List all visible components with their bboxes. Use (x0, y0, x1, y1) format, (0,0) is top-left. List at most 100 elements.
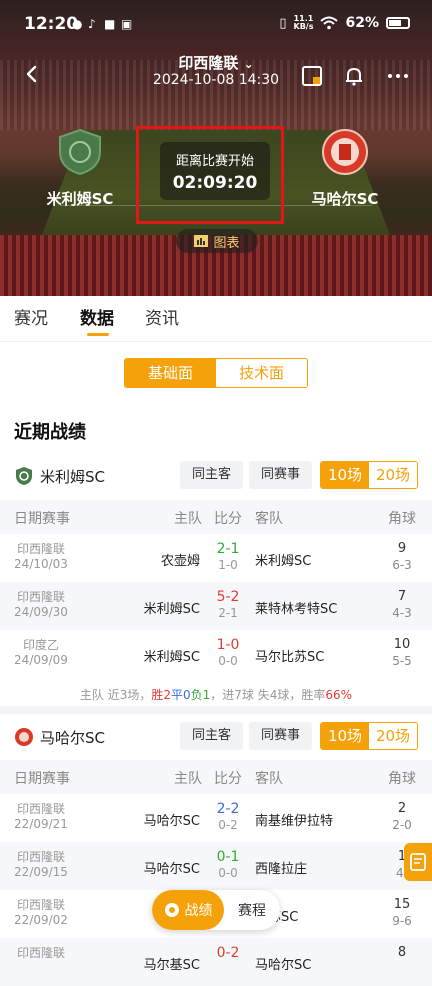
note-icon[interactable] (300, 64, 324, 88)
row-league: 印西隆联 24/09/30 (0, 590, 82, 620)
row-score: 2-1 1-0 (208, 541, 248, 573)
chart-button[interactable]: 图表 (176, 229, 258, 253)
edit-note-icon (410, 853, 426, 871)
corner-split: 9-6 (392, 914, 412, 928)
team1-count-20[interactable]: 20场 (369, 462, 417, 488)
table-row[interactable]: 印度乙 24/09/09 米利姆SC 1-0 0-0 马尔比苏SC 10 5-5 (0, 630, 432, 678)
league-name: 印度乙 (22, 638, 59, 652)
row-league: 印西隆联 24/10/03 (0, 542, 82, 572)
th-corner: 角球 (388, 771, 416, 787)
table-row[interactable]: 印西隆联 22/09/21 马哈尔SC 2-2 0-2 南基维伊拉特 2 2-0 (0, 794, 432, 842)
row-score: 0-2 (208, 945, 248, 961)
table-row[interactable]: 印西隆联 24/10/03 农壶姆 2-1 1-0 米利姆SC 9 6-3 (0, 534, 432, 582)
float-tab-record-label: 战绩 (184, 903, 213, 919)
analysis-segment: 基础面 技术面 (124, 358, 308, 388)
row-home: 米利姆SC (143, 602, 200, 617)
away-team-name: 马哈尔SC (311, 190, 379, 208)
th-corner: 角球 (388, 511, 416, 527)
bar-chart-icon (194, 235, 209, 247)
th-score: 比分 (214, 511, 242, 527)
row-away: 南基维伊拉特 (255, 814, 334, 829)
app-store-icon: ■ (104, 17, 116, 31)
top-bar: 印西隆联 ⌄ 2024-10-08 14:30 (0, 50, 432, 100)
corner-total: 10 (393, 637, 411, 652)
team2-table-header: 日期赛事 主队 比分 客队 角球 (0, 760, 432, 794)
home-team-name: 米利姆SC (46, 190, 114, 208)
row-league: 印西隆联 22/09/21 (0, 802, 82, 832)
corner-split: 6-3 (392, 558, 412, 572)
ht-score: 2-1 (218, 606, 238, 620)
team2-filter-same-league[interactable]: 同赛事 (249, 722, 313, 750)
row-score: 5-2 2-1 (208, 589, 248, 621)
tiktok-icon: ♪ (88, 17, 96, 31)
team2-count-10[interactable]: 10场 (321, 723, 369, 749)
team2-filter-same-venue[interactable]: 同主客 (180, 722, 244, 750)
row-corner: 15 9-6 (378, 897, 426, 929)
team1-count-10[interactable]: 10场 (321, 462, 369, 488)
team1-filter-same-league[interactable]: 同赛事 (249, 461, 313, 489)
home-team-logo (59, 128, 101, 176)
away-team-logo (322, 129, 368, 175)
team2-header: 马哈尔SC 同主客 同赛事 10场 20场 (0, 718, 432, 756)
wifi-icon (320, 16, 339, 30)
row-league: 印西隆联 (0, 946, 82, 961)
row-home: 农壶姆 (160, 554, 200, 569)
league-name: 印西隆联 (178, 54, 239, 72)
th-score: 比分 (214, 771, 242, 787)
tab-data[interactable]: 数据 (80, 304, 114, 329)
table-row[interactable]: 印西隆联 24/09/30 米利姆SC 5-2 2-1 莱特林考特SC 7 4-3 (0, 582, 432, 630)
league-name: 印西隆联 (16, 850, 65, 864)
league-name: 印西隆联 (16, 946, 65, 960)
team1-summary: 主队 近3场，胜2平0负1，进7球 失4球，胜率66% (0, 686, 432, 703)
th-away: 客队 (255, 511, 283, 527)
team1-table-header: 日期赛事 主队 比分 客队 角球 (0, 500, 432, 534)
net-speed-unit: KB/s (293, 22, 314, 31)
ft-score: 5-2 (216, 589, 240, 605)
team2-count-toggle: 10场 20场 (320, 722, 418, 750)
corner-total: 2 (397, 801, 407, 816)
float-tab-schedule[interactable]: 赛程 (224, 890, 280, 930)
team2-count-20[interactable]: 20场 (369, 723, 417, 749)
league-title[interactable]: 印西隆联 ⌄ (0, 52, 432, 73)
subtab-basic[interactable]: 基础面 (125, 359, 216, 387)
active-tab-indicator (87, 333, 109, 336)
vibrate-icon: ▯ (279, 15, 287, 31)
tab-overview[interactable]: 赛况 (14, 304, 48, 329)
summary-win-rate: 66% (325, 688, 353, 702)
row-away: 米利姆SC (255, 554, 312, 569)
main-tabs: 赛况 数据 资讯 (0, 296, 432, 342)
team1-filter-same-venue[interactable]: 同主客 (180, 461, 244, 489)
bell-icon[interactable] (342, 64, 366, 88)
row-corner: 7 4-3 (378, 589, 426, 621)
league-name: 印西隆联 (16, 802, 65, 816)
tab-news[interactable]: 资讯 (145, 304, 179, 329)
image-icon: ▣ (121, 17, 133, 31)
ht-score: 1-0 (218, 558, 238, 572)
corner-split: 4-3 (392, 606, 412, 620)
table-row[interactable]: 印西隆联 马尔基SC 0-2 马哈尔SC 8 (0, 938, 432, 986)
more-icon[interactable] (386, 64, 410, 88)
ft-score: 2-2 (216, 801, 240, 817)
row-away: 西隆拉庄 (255, 862, 308, 877)
ht-score: 0-2 (218, 818, 238, 832)
match-date: 22/09/21 (14, 817, 68, 831)
corner-total: 8 (397, 945, 407, 960)
ft-score: 0-2 (216, 945, 240, 961)
home-team[interactable]: 米利姆SC (25, 128, 135, 209)
row-league: 印西隆联 22/09/02 (0, 898, 82, 928)
match-date: 22/09/15 (14, 865, 68, 879)
th-home: 主队 (174, 511, 202, 527)
float-tab-record[interactable]: 战绩 (152, 890, 224, 930)
row-home: 马哈尔SC (143, 862, 200, 877)
summary-losses: 负1 (190, 688, 211, 702)
match-date: 22/09/02 (14, 913, 68, 927)
team1-header: 米利姆SC 同主客 同赛事 10场 20场 (0, 457, 432, 495)
th-home: 主队 (174, 771, 202, 787)
subtab-technical[interactable]: 技术面 (216, 359, 307, 387)
ft-score: 0-1 (216, 849, 240, 865)
table-row[interactable]: 印西隆联 22/09/15 马哈尔SC 0-1 0-0 西隆拉庄 1 4- (0, 842, 432, 890)
away-team[interactable]: 马哈尔SC (290, 128, 400, 209)
row-league: 印度乙 24/09/09 (0, 638, 82, 668)
row-home: 马哈尔SC (143, 814, 200, 829)
side-note-button[interactable] (404, 843, 432, 881)
